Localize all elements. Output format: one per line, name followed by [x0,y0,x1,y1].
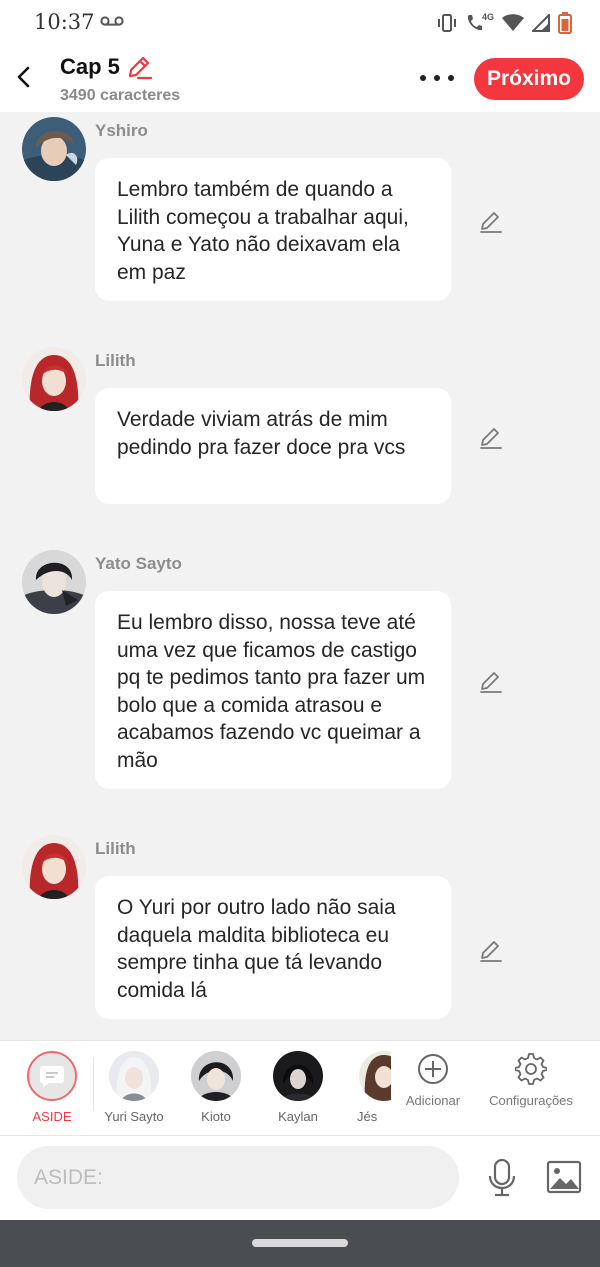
signal-icon [532,14,550,32]
speaker-name: Lilith [95,351,136,370]
avatar[interactable] [22,117,86,181]
dot [448,75,454,81]
avatar[interactable] [22,347,86,411]
gear-icon [515,1053,547,1085]
message-bubble[interactable]: Lembro também de quando a Lilith começou… [95,158,451,301]
character-count: 3490 caracteres [60,87,181,104]
status-icons: 4G [436,12,572,34]
next-button[interactable]: Próximo [474,58,584,100]
battery-icon [558,12,572,34]
settings-label: Configurações [489,1093,573,1108]
aside-avatar [27,1051,77,1101]
message-bubble[interactable]: O Yuri por outro lado não saia daquela m… [95,876,451,1019]
voicemail-icon [100,16,124,26]
more-dots-icon[interactable] [420,68,454,88]
character-item[interactable]: Kioto [181,1051,251,1124]
phone-icon [467,15,482,31]
status-time: 10:37 [34,10,95,34]
character-item[interactable]: Yuri Sayto [99,1051,169,1124]
add-character-button[interactable]: Adicionar [398,1053,468,1108]
character-label: Kaylan [278,1109,318,1124]
chat-bubble-icon [40,1066,64,1087]
add-circle-icon [418,1054,448,1084]
avatar[interactable] [22,835,86,899]
avatar [359,1051,391,1101]
character-label: Kioto [201,1109,231,1124]
avatar [109,1051,159,1101]
chat-list[interactable]: Yshiro Lembro também de quando a Lilith … [0,112,600,1040]
character-label: Jés [357,1109,378,1124]
character-item[interactable]: Jés [345,1051,391,1124]
speaker-name: Yato Sayto [95,554,182,573]
microphone-icon[interactable] [486,1158,518,1198]
chapter-header: Cap 5 3490 caracteres Próximo [0,44,600,112]
avatar [191,1051,241,1101]
vibrate-icon [437,14,456,32]
input-row [0,1136,600,1220]
dot [420,75,426,81]
speaker-name: Yshiro [95,121,148,140]
divider [93,1057,94,1111]
pencil-icon[interactable] [126,54,152,80]
edit-pencil-icon[interactable] [478,209,504,235]
message-bubble[interactable]: Eu lembro disso, nossa teve até uma vez … [95,591,451,789]
avatar[interactable] [22,550,86,614]
network-type: 4G [481,12,494,22]
title-row[interactable]: Cap 5 [60,54,152,80]
edit-pencil-icon[interactable] [478,669,504,695]
character-label: Yuri Sayto [104,1109,164,1124]
message-bubble[interactable]: Verdade viviam atrás de mim pedindo pra … [95,388,451,504]
home-gesture-pill[interactable] [252,1239,348,1247]
system-nav-bar [0,1220,600,1267]
edit-pencil-icon[interactable] [478,938,504,964]
edit-pencil-icon[interactable] [478,425,504,451]
image-icon[interactable] [546,1160,582,1194]
settings-button[interactable]: Configurações [484,1053,578,1108]
avatar [273,1051,323,1101]
message-input[interactable] [17,1146,459,1209]
character-label: ASIDE [32,1109,72,1124]
add-label: Adicionar [405,1093,461,1108]
character-bar: ASIDE Yuri Sayto Kioto Kaylan Jés Adicio… [0,1040,600,1136]
call-4g-indicator: 4G [466,12,494,32]
back-arrow-icon[interactable] [12,62,36,92]
speaker-name: Lilith [95,839,136,858]
chapter-title: Cap 5 [60,54,120,79]
dot [434,75,440,81]
character-item[interactable]: Kaylan [263,1051,333,1124]
wifi-icon [502,14,524,31]
character-aside[interactable]: ASIDE [17,1051,87,1124]
status-bar: 10:37 4G [0,0,600,44]
